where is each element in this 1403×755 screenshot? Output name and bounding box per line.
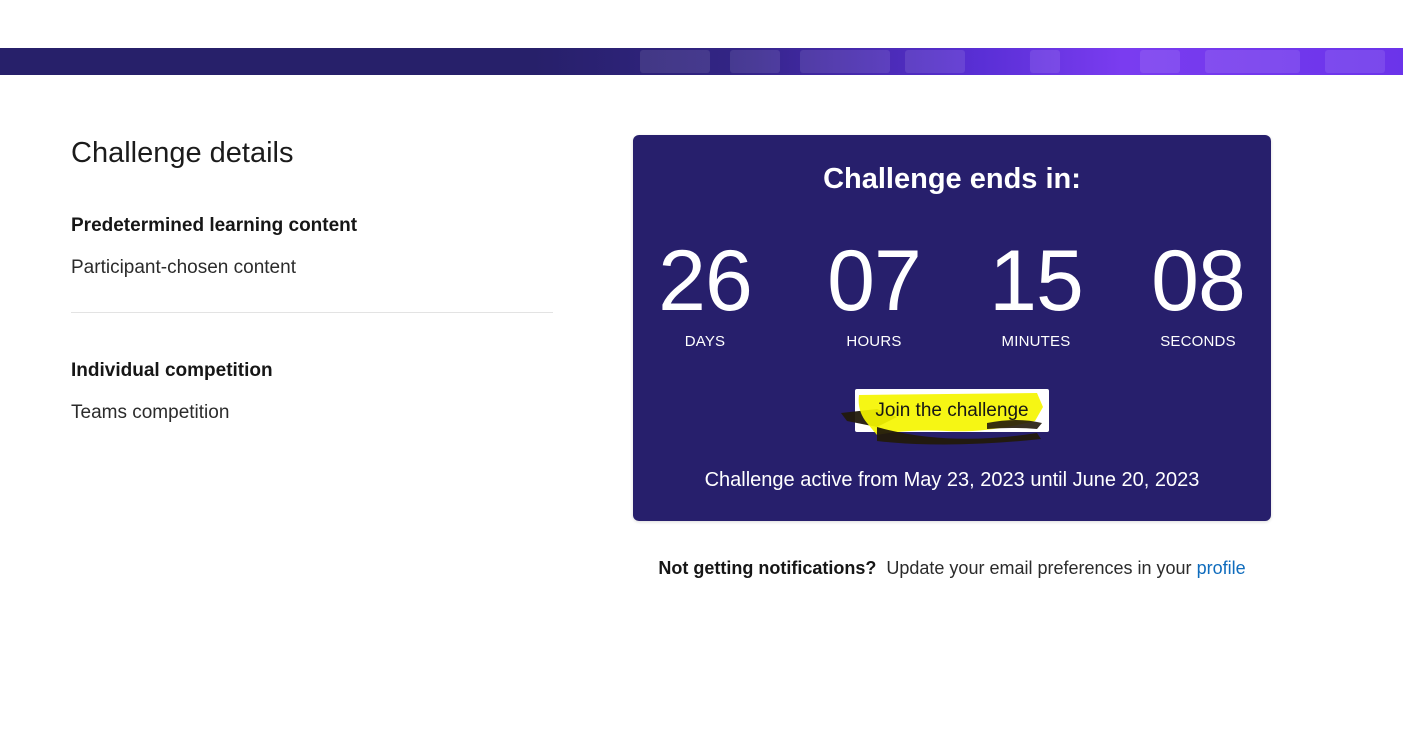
banner-tile bbox=[1140, 50, 1180, 73]
detail-value: Participant-chosen content bbox=[71, 257, 296, 278]
profile-link[interactable]: profile bbox=[1197, 558, 1246, 578]
notification-text: Update your email preferences in your bbox=[886, 558, 1192, 578]
countdown-unit-label: DAYS bbox=[684, 333, 726, 350]
challenge-active-dates: Challenge active from May 23, 2023 until… bbox=[704, 469, 1200, 491]
join-button-wrap: Join the challenge bbox=[837, 387, 1059, 447]
detail-group-competition: Individual competition Teams competition bbox=[71, 358, 553, 426]
banner-tile bbox=[800, 50, 890, 73]
countdown-seconds: 08 SECONDS bbox=[1138, 235, 1258, 351]
countdown-minutes: 15 MINUTES bbox=[976, 235, 1096, 351]
countdown-card: Challenge ends in: 26 DAYS 07 HOURS 15 M… bbox=[633, 135, 1271, 521]
banner-tile bbox=[1030, 50, 1060, 73]
countdown-value: 08 bbox=[1151, 233, 1246, 329]
banner-tile bbox=[1325, 50, 1385, 73]
page: Challenge details Predetermined learning… bbox=[0, 0, 1403, 755]
notification-note: Not getting notifications? Update your e… bbox=[633, 556, 1271, 580]
countdown-title: Challenge ends in: bbox=[823, 163, 1081, 195]
hero-banner bbox=[0, 48, 1403, 75]
banner-tile bbox=[905, 50, 965, 73]
detail-value: Teams competition bbox=[71, 402, 230, 423]
countdown-value: 15 bbox=[989, 233, 1084, 329]
challenge-details: Challenge details Predetermined learning… bbox=[71, 133, 553, 426]
join-challenge-button[interactable]: Join the challenge bbox=[855, 389, 1049, 432]
banner-tile bbox=[640, 50, 710, 73]
countdown-unit-label: SECONDS bbox=[1160, 333, 1236, 350]
notification-prefix: Not getting notifications? bbox=[658, 558, 877, 578]
divider bbox=[71, 312, 553, 313]
countdown-days: 26 DAYS bbox=[645, 235, 765, 351]
join-challenge-label: Join the challenge bbox=[875, 399, 1029, 421]
detail-group-learning-content: Predetermined learning content Participa… bbox=[71, 213, 553, 281]
detail-label: Predetermined learning content bbox=[71, 215, 358, 236]
countdown-value: 07 bbox=[827, 233, 922, 329]
banner-tile bbox=[730, 50, 780, 73]
banner-tile bbox=[1205, 50, 1300, 73]
detail-label: Individual competition bbox=[71, 360, 273, 381]
countdown-unit-label: MINUTES bbox=[1001, 333, 1071, 350]
countdown-unit-label: HOURS bbox=[846, 333, 902, 350]
countdown-hours: 07 HOURS bbox=[814, 235, 934, 351]
challenge-details-heading: Challenge details bbox=[71, 137, 294, 169]
countdown-value: 26 bbox=[658, 233, 753, 329]
